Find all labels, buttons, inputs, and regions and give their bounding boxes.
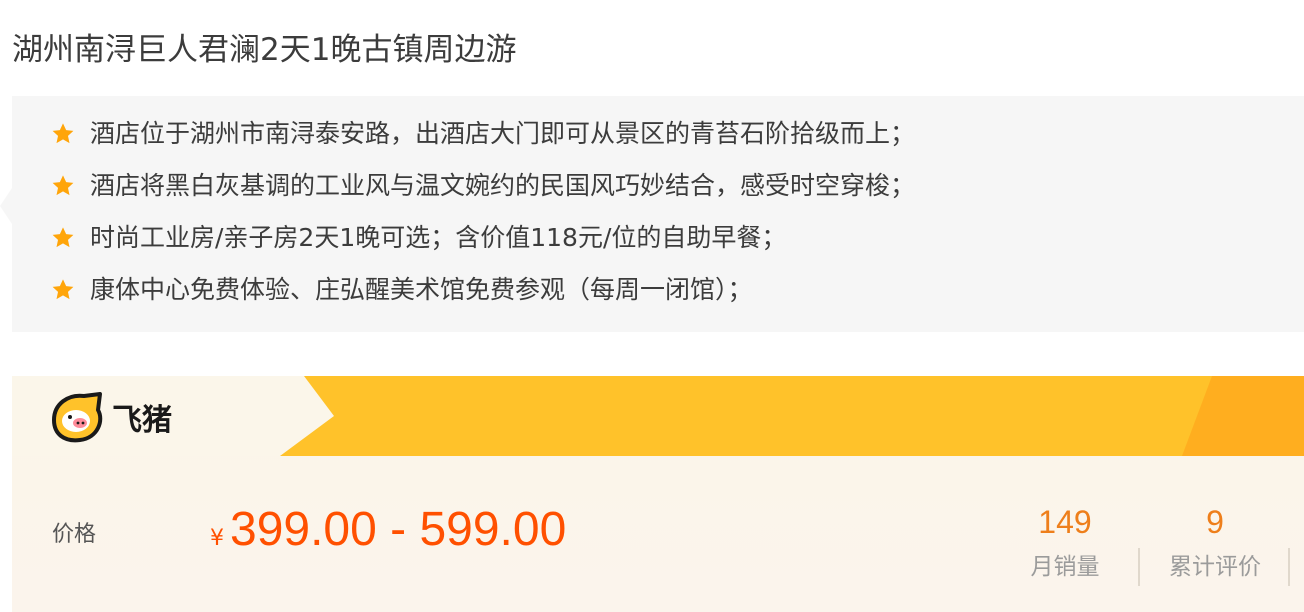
highlight-item: 康体中心免费体验、庄弘醒美术馆免费参观（每周一闭馆）； — [50, 270, 915, 322]
star-icon — [52, 175, 74, 196]
highlight-item: 酒店位于湖州市南浔泰安路，出酒店大门即可从景区的青苔石阶拾级而上； — [50, 114, 915, 166]
highlight-text: 酒店位于湖州市南浔泰安路，出酒店大门即可从景区的青苔石阶拾级而上； — [90, 119, 916, 148]
price: ¥399.00 - 599.00 — [210, 502, 566, 557]
star-icon — [52, 279, 74, 300]
reviews-label[interactable]: 累计评价 — [1140, 552, 1290, 582]
fliggy-logo: 飞猪 — [52, 392, 172, 443]
highlight-item: 时尚工业房/亲子房2天1晚可选；含价值118元/位的自助早餐； — [50, 218, 915, 270]
monthly-sales-stat: 149 月销量 — [990, 502, 1140, 582]
price-panel: 飞猪 价格 ¥399.00 - 599.00 149 月销量 9 累计评价 — [12, 376, 1304, 612]
price-range: 399.00 - 599.00 — [230, 503, 567, 556]
star-icon — [52, 123, 74, 144]
highlight-text: 酒店将黑白灰基调的工业风与温文婉约的民国风巧妙结合，感受时空穿梭； — [90, 171, 916, 200]
monthly-sales-label: 月销量 — [1030, 554, 1100, 580]
reviews-stat[interactable]: 9 累计评价 — [1140, 502, 1290, 582]
highlight-text: 康体中心免费体验、庄弘醒美术馆免费参观（每周一闭馆）； — [90, 275, 753, 304]
highlight-text: 时尚工业房/亲子房2天1晚可选；含价值118元/位的自助早餐； — [90, 223, 787, 252]
highlights-panel: 酒店位于湖州市南浔泰安路，出酒店大门即可从景区的青苔石阶拾级而上； 酒店将黑白灰… — [0, 96, 1304, 332]
panel-notch — [0, 188, 12, 224]
currency-symbol: ¥ — [210, 526, 224, 551]
reviews-count[interactable]: 9 — [1140, 502, 1290, 542]
product-title: 湖州南浔巨人君澜2天1晚古镇周边游 — [12, 32, 517, 68]
product-page: 湖州南浔巨人君澜2天1晚古镇周边游 酒店位于湖州市南浔泰安路，出酒店大门即可从景… — [0, 0, 1304, 612]
brand-name: 飞猪 — [112, 403, 172, 438]
price-label: 价格 — [52, 522, 97, 547]
highlight-item: 酒店将黑白灰基调的工业风与温文婉约的民国风巧妙结合，感受时空穿梭； — [50, 166, 915, 218]
stat-divider — [1288, 548, 1290, 586]
star-icon — [52, 227, 74, 248]
highlights-list: 酒店位于湖州市南浔泰安路，出酒店大门即可从景区的青苔石阶拾级而上； 酒店将黑白灰… — [50, 114, 915, 322]
monthly-sales-count: 149 — [1038, 504, 1092, 540]
